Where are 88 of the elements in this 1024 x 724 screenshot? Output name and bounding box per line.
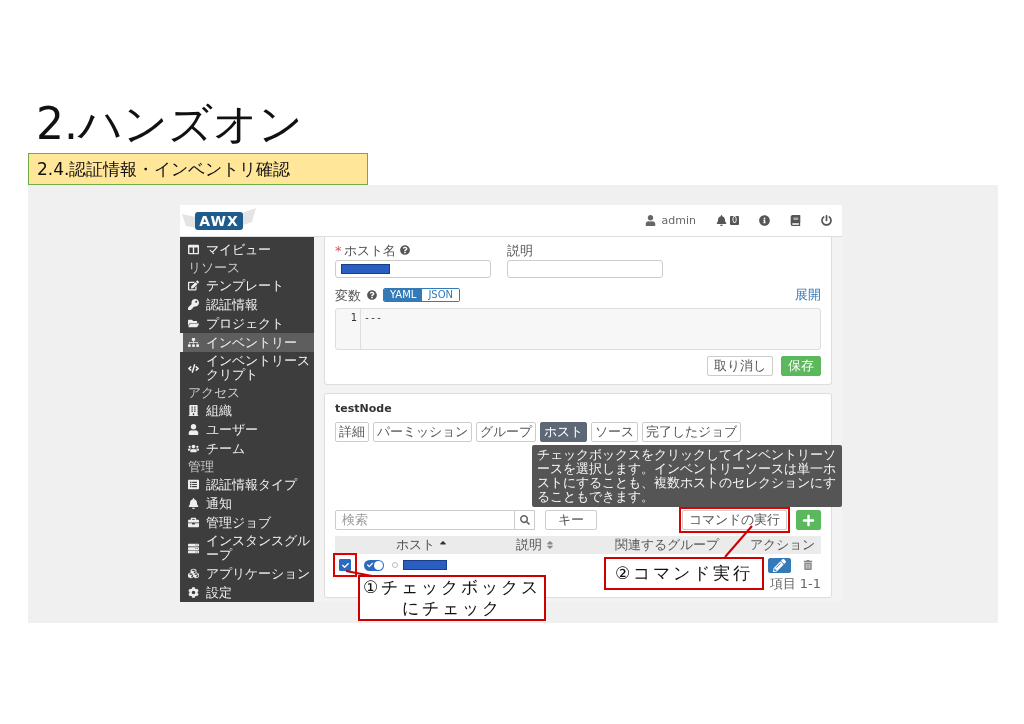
user-icon bbox=[188, 424, 199, 435]
code-editor[interactable]: 1 --- bbox=[335, 308, 821, 350]
search-button[interactable] bbox=[515, 510, 535, 530]
tooltip: チェックボックスをクリックしてインベントリーソースを選択します。インベントリーソースは単一ホストにすることも、複数ホストのセレクションにすることもできます。 bbox=[532, 445, 842, 507]
sidebar-section-label: リソース bbox=[187, 259, 241, 276]
sidebar-item[interactable]: アプリケーション bbox=[180, 564, 314, 583]
tab[interactable]: 詳細 bbox=[335, 422, 369, 442]
cubes-icon bbox=[188, 568, 199, 579]
sidebar-item[interactable]: 認証情報 bbox=[180, 295, 314, 314]
help-icon[interactable] bbox=[367, 290, 377, 300]
columns-icon bbox=[188, 244, 199, 255]
help-icon[interactable] bbox=[399, 245, 410, 255]
column-header[interactable]: ホスト bbox=[395, 536, 448, 554]
redaction-bar bbox=[403, 560, 447, 570]
code-icon bbox=[188, 362, 199, 374]
column-header[interactable]: アクション bbox=[750, 536, 821, 554]
check-icon bbox=[341, 561, 349, 569]
pagination-text: 項目 1-1 bbox=[769, 576, 821, 591]
tab[interactable]: ホスト bbox=[540, 422, 587, 442]
edit-button[interactable] bbox=[768, 557, 791, 573]
line-number: 1 bbox=[349, 311, 358, 323]
key-icon bbox=[188, 299, 199, 310]
card-title: testNode bbox=[335, 402, 392, 416]
pencil-icon bbox=[773, 558, 786, 572]
sidebar-item[interactable]: 認証情報タイプ bbox=[180, 475, 314, 494]
sidebar-item[interactable]: テンプレート bbox=[180, 276, 314, 295]
search-icon bbox=[519, 515, 530, 525]
users-icon bbox=[188, 443, 199, 454]
notification-count: 0 bbox=[729, 216, 739, 225]
slide-title: 2.ハンズオン bbox=[36, 98, 304, 150]
tab[interactable]: ソース bbox=[591, 422, 638, 442]
field-label: *ホスト名 bbox=[335, 243, 491, 258]
row-checkbox[interactable] bbox=[339, 559, 351, 571]
server-icon bbox=[188, 542, 199, 554]
enable-toggle[interactable] bbox=[364, 559, 384, 571]
cancel-button[interactable]: 取り消し bbox=[707, 356, 773, 376]
run-command-button[interactable]: コマンドの実行 bbox=[682, 510, 787, 530]
sidebar-item[interactable]: プロジェクト bbox=[180, 314, 314, 333]
sidebar-item[interactable]: チーム bbox=[180, 439, 314, 458]
sort-icon[interactable] bbox=[545, 540, 556, 550]
tab[interactable]: パーミッション bbox=[373, 422, 472, 442]
field-label: 説明 bbox=[507, 243, 534, 258]
sidebar-item[interactable]: インベントリースクリプト bbox=[180, 352, 314, 384]
bell-icon[interactable] bbox=[715, 215, 727, 226]
leader-line bbox=[724, 525, 753, 558]
description-field[interactable] bbox=[507, 260, 663, 278]
info-icon[interactable] bbox=[759, 215, 770, 226]
leader-line bbox=[345, 570, 373, 577]
plus-icon bbox=[802, 513, 815, 527]
sidebar-item[interactable]: 設定 bbox=[180, 583, 314, 602]
tab[interactable]: 完了したジョブ bbox=[642, 422, 741, 442]
column-header[interactable]: 説明 bbox=[516, 536, 556, 554]
callout: ②コマンド実行 bbox=[604, 557, 764, 590]
edit-icon bbox=[188, 280, 199, 291]
briefcase-icon bbox=[188, 517, 199, 528]
logo[interactable]: AWX bbox=[195, 211, 243, 230]
book-icon[interactable] bbox=[790, 215, 801, 226]
format-toggle[interactable]: YAML bbox=[384, 289, 423, 301]
sidebar-item[interactable]: インスタンスグループ bbox=[180, 532, 314, 564]
building-icon bbox=[188, 405, 199, 416]
redaction-bar bbox=[341, 264, 390, 274]
key-button[interactable]: キー bbox=[545, 510, 597, 530]
list-icon bbox=[188, 479, 199, 490]
sidebar-item[interactable]: 組織 bbox=[180, 401, 314, 420]
sidebar-item[interactable]: インベントリー bbox=[180, 333, 314, 352]
check-icon bbox=[367, 562, 373, 568]
sidebar-item[interactable]: 管理ジョブ bbox=[180, 513, 314, 532]
sidebar-item[interactable]: ユーザー bbox=[180, 420, 314, 439]
power-icon[interactable] bbox=[821, 215, 832, 226]
sitemap-icon bbox=[188, 337, 199, 348]
slide-subtitle: 2.4.認証情報・インベントリ確認 bbox=[28, 153, 368, 185]
folder-icon bbox=[188, 318, 199, 329]
callout: ①チェックボックスにチェック bbox=[358, 575, 546, 621]
expand-link[interactable]: 展開 bbox=[795, 286, 821, 304]
sidebar-item[interactable]: マイビュー bbox=[180, 240, 314, 259]
code-line: --- bbox=[363, 311, 383, 323]
sidebar-item[interactable]: 通知 bbox=[180, 494, 314, 513]
sidebar-section-label: 管理 bbox=[187, 458, 215, 475]
sidebar-section-label: アクセス bbox=[187, 384, 241, 401]
settings-icon bbox=[188, 587, 199, 598]
hostname-field[interactable] bbox=[335, 260, 491, 278]
column-header[interactable]: 関連するグループ bbox=[614, 536, 719, 554]
user-menu[interactable]: admin bbox=[645, 214, 696, 227]
field-label: 変数 bbox=[335, 287, 361, 303]
tab[interactable]: グループ bbox=[476, 422, 536, 442]
bell-icon bbox=[188, 498, 199, 509]
user-icon bbox=[645, 215, 657, 226]
trash-icon[interactable] bbox=[803, 560, 813, 570]
